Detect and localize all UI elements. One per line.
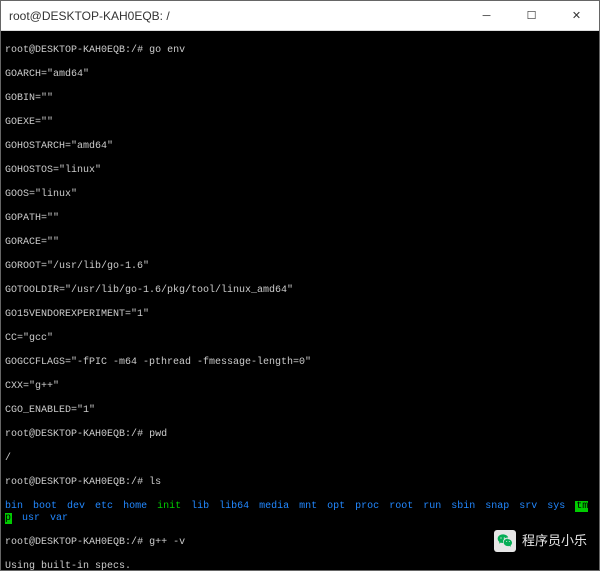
ls-dir: usr — [22, 513, 40, 524]
watermark: 程序员小乐 — [494, 530, 587, 552]
wechat-icon — [494, 530, 516, 552]
output-line: GOHOSTOS="linux" — [5, 165, 595, 177]
output-line: GOOS="linux" — [5, 189, 595, 201]
close-button[interactable]: ✕ — [554, 1, 599, 31]
output-line: Using built-in specs. — [5, 561, 595, 570]
prompt-path: / — [131, 45, 137, 56]
output-line: CC="gcc" — [5, 333, 595, 345]
minimize-button[interactable]: ─ — [464, 1, 509, 31]
output-line: GOARCH="amd64" — [5, 69, 595, 81]
ls-dir: lib64 — [219, 501, 249, 512]
ls-dir: run — [423, 501, 441, 512]
cmd-ls: ls — [149, 477, 161, 488]
ls-dir: var — [50, 513, 68, 524]
ls-dir: media — [259, 501, 289, 512]
ls-dir: etc — [95, 501, 113, 512]
output-line: GOROOT="/usr/lib/go-1.6" — [5, 261, 595, 273]
ls-exec: init — [157, 501, 181, 512]
prompt-line: root@DESKTOP-KAH0EQB:/# go env — [5, 45, 595, 57]
cmd-goenv: go env — [149, 45, 185, 56]
output-line: CXX="g++" — [5, 381, 595, 393]
ls-dir: bin — [5, 501, 23, 512]
ls-dir: proc — [355, 501, 379, 512]
terminal-body[interactable]: root@DESKTOP-KAH0EQB:/# go env GOARCH="a… — [1, 31, 599, 570]
ls-dir: srv — [519, 501, 537, 512]
prompt-line: root@DESKTOP-KAH0EQB:/# ls — [5, 477, 595, 489]
output-line: GOHOSTARCH="amd64" — [5, 141, 595, 153]
output-line: GOTOOLDIR="/usr/lib/go-1.6/pkg/tool/linu… — [5, 285, 595, 297]
output-line: GORACE="" — [5, 237, 595, 249]
watermark-text: 程序员小乐 — [522, 535, 587, 547]
output-line: GOGCCFLAGS="-fPIC -m64 -pthread -fmessag… — [5, 357, 595, 369]
ls-dir: dev — [67, 501, 85, 512]
ls-dir: opt — [327, 501, 345, 512]
output-line: GO15VENDOREXPERIMENT="1" — [5, 309, 595, 321]
cmd-pwd: pwd — [149, 429, 167, 440]
ls-dir: lib — [191, 501, 209, 512]
cmd-gpp: g++ -v — [149, 537, 185, 548]
output-line: / — [5, 453, 595, 465]
output-line: GOBIN="" — [5, 93, 595, 105]
ls-dir: sbin — [451, 501, 475, 512]
ls-output: binbootdevetchome initlib lib64 media mntopt… — [5, 501, 595, 525]
output-line: GOPATH="" — [5, 213, 595, 225]
prompt-line: root@DESKTOP-KAH0EQB:/# pwd — [5, 429, 595, 441]
maximize-button[interactable]: ☐ — [509, 1, 554, 31]
ls-dir: mnt — [299, 501, 317, 512]
titlebar[interactable]: root@DESKTOP-KAH0EQB: / ─ ☐ ✕ — [1, 1, 599, 31]
ls-dir: home — [123, 501, 147, 512]
window-title: root@DESKTOP-KAH0EQB: / — [9, 9, 464, 23]
ls-dir: sys — [547, 501, 565, 512]
ls-dir: snap — [485, 501, 509, 512]
prompt-userhost: root@DESKTOP-KAH0EQB — [5, 45, 125, 56]
ls-dir: boot — [33, 501, 57, 512]
output-line: GOEXE="" — [5, 117, 595, 129]
terminal-window: root@DESKTOP-KAH0EQB: / ─ ☐ ✕ root@DESKT… — [0, 0, 600, 571]
output-line: CGO_ENABLED="1" — [5, 405, 595, 417]
ls-dir: root — [389, 501, 413, 512]
